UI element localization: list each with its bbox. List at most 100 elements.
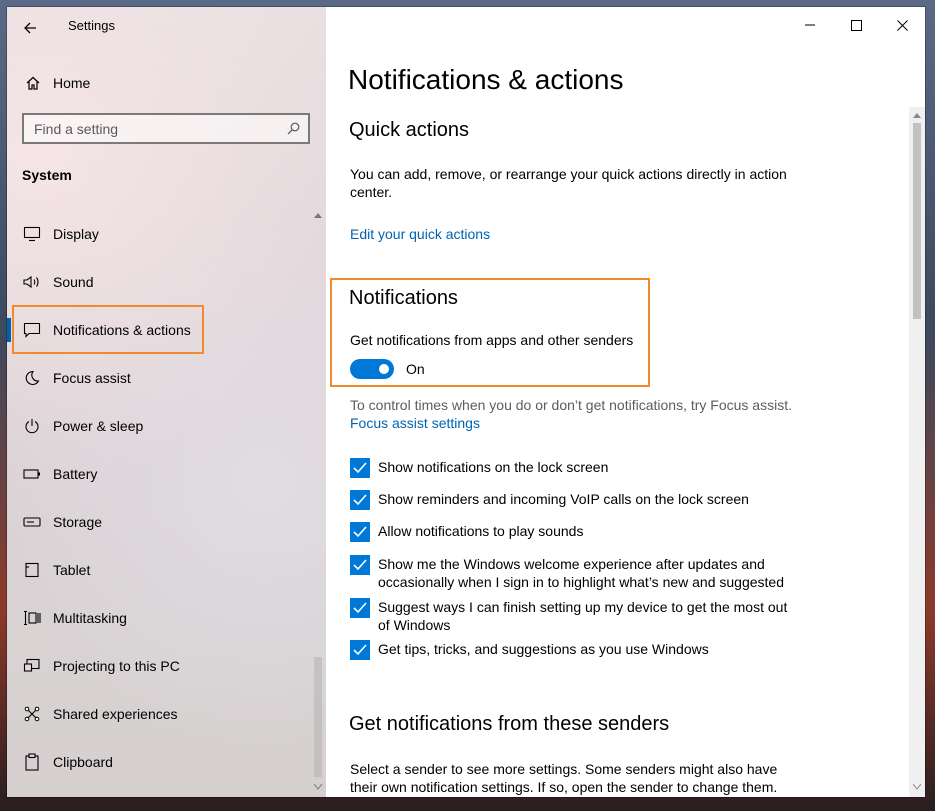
senders-heading: Get notifications from these senders [349,713,670,735]
checkbox-row[interactable]: Get tips, tricks, and suggestions as you… [350,640,820,660]
checkbox-label: Suggest ways I can finish setting up my … [378,599,788,633]
window-controls [787,7,925,43]
sidebar-item-power-sleep[interactable]: Power & sleep [7,402,310,450]
sidebar-item-label: Shared experiences [53,706,178,722]
checkbox-sounds[interactable] [350,522,370,542]
checkbox-row[interactable]: Suggest ways I can finish setting up my … [350,598,800,634]
checkbox-label: Show notifications on the lock screen [378,459,609,475]
sidebar-item-clipboard[interactable]: Clipboard [7,738,310,786]
toggle-knob [379,364,389,374]
focus-assist-settings-link[interactable]: Focus assist settings [350,415,480,431]
storage-icon [21,516,43,528]
search-icon[interactable] [287,122,300,135]
minimize-icon [805,24,815,26]
section-label-system: System [22,167,72,183]
scroll-up-icon[interactable] [909,107,925,123]
scroll-down-icon[interactable] [310,779,326,795]
sidebar-item-focus-assist[interactable]: Focus assist [7,354,310,402]
sidebar-item-label: Display [53,226,99,242]
checkmark-icon [353,494,367,506]
search-input[interactable] [34,120,287,137]
speaker-icon [21,274,43,290]
main-content: Notifications & actions Quick actions Yo… [326,7,925,797]
focus-assist-hint: To control times when you do or don’t ge… [350,397,792,413]
sidebar-item-label: Projecting to this PC [53,658,180,674]
sidebar-item-multitasking[interactable]: Multitasking [7,594,310,642]
notifications-toggle-caption: Get notifications from apps and other se… [350,332,634,348]
maximize-button[interactable] [833,7,879,43]
share-icon [21,706,43,722]
checkbox-voip[interactable] [350,490,370,510]
back-button[interactable] [17,15,43,41]
notifications-toggle[interactable] [350,359,394,379]
checkbox-row[interactable]: Show notifications on the lock screen [350,458,820,478]
edit-quick-actions-link[interactable]: Edit your quick actions [350,226,490,242]
sidebar-item-label: Focus assist [53,370,131,386]
toggle-state-label: On [406,361,425,377]
sidebar-item-battery[interactable]: Battery [7,450,310,498]
sidebar-item-label: Multitasking [53,610,127,626]
home-label: Home [53,75,91,91]
checkbox-row[interactable]: Show me the Windows welcome experience a… [350,555,790,591]
checkbox-row[interactable]: Allow notifications to play sounds [350,522,820,542]
message-icon [21,322,43,338]
sidebar: Settings Home System Display Sound [7,7,326,797]
notifications-heading: Notifications [349,287,458,309]
sidebar-item-label: Power & sleep [53,418,144,434]
active-indicator [7,318,11,342]
tablet-icon [21,562,43,578]
back-arrow-icon [24,22,36,34]
sidebar-item-shared-experiences[interactable]: Shared experiences [7,690,310,738]
sidebar-item-label: Clipboard [53,754,113,770]
sidebar-item-sound[interactable]: Sound [7,258,310,306]
sidebar-item-label: Tablet [53,562,91,578]
checkmark-icon [353,526,367,538]
projector-icon [21,658,43,674]
sidebar-item-notifications[interactable]: Notifications & actions [7,306,310,354]
sidebar-scrollbar[interactable] [310,207,326,797]
minimize-button[interactable] [787,7,833,43]
moon-icon [21,370,43,386]
maximize-icon [850,19,862,31]
monitor-icon [21,226,43,242]
main-scroll-thumb[interactable] [913,123,921,319]
checkmark-icon [353,602,367,614]
checkbox-welcome-experience[interactable] [350,555,370,575]
checkbox-lock-screen[interactable] [350,458,370,478]
power-icon [21,418,43,434]
checkbox-label: Get tips, tricks, and suggestions as you… [378,641,709,657]
senders-description: Select a sender to see more settings. So… [350,761,778,795]
sidebar-item-label: Sound [53,274,94,290]
scroll-up-icon[interactable] [310,207,326,223]
checkbox-suggest-setup[interactable] [350,598,370,618]
home-nav-item[interactable]: Home [7,67,307,99]
checkbox-label: Show reminders and incoming VoIP calls o… [378,491,749,507]
multitasking-icon [21,610,43,626]
battery-icon [21,468,43,480]
sidebar-scroll-thumb[interactable] [314,657,322,777]
sidebar-item-display[interactable]: Display [7,210,310,258]
sidebar-item-tablet[interactable]: Tablet [7,546,310,594]
quick-actions-description: You can add, remove, or rearrange your q… [350,166,787,200]
checkmark-icon [353,644,367,656]
scroll-down-icon[interactable] [909,779,925,795]
sidebar-nav-list: Display Sound Notifications & actions Fo… [7,210,310,786]
sidebar-item-storage[interactable]: Storage [7,498,310,546]
checkbox-label: Show me the Windows welcome experience a… [378,556,784,590]
checkbox-tips[interactable] [350,640,370,660]
main-scrollbar[interactable] [909,107,925,797]
sidebar-item-label: Battery [53,466,98,482]
close-icon [896,19,908,31]
clipboard-icon [21,753,43,771]
app-title: Settings [68,18,115,33]
close-button[interactable] [879,7,925,43]
search-box[interactable] [22,113,310,144]
home-icon [22,75,44,91]
sidebar-item-projecting[interactable]: Projecting to this PC [7,642,310,690]
settings-window: Settings Home System Display Sound [7,7,925,797]
page-title: Notifications & actions [348,64,624,95]
checkmark-icon [353,559,367,571]
sidebar-item-label: Storage [53,514,103,530]
sidebar-item-label: Notifications & actions [53,322,191,338]
checkbox-row[interactable]: Show reminders and incoming VoIP calls o… [350,490,820,510]
